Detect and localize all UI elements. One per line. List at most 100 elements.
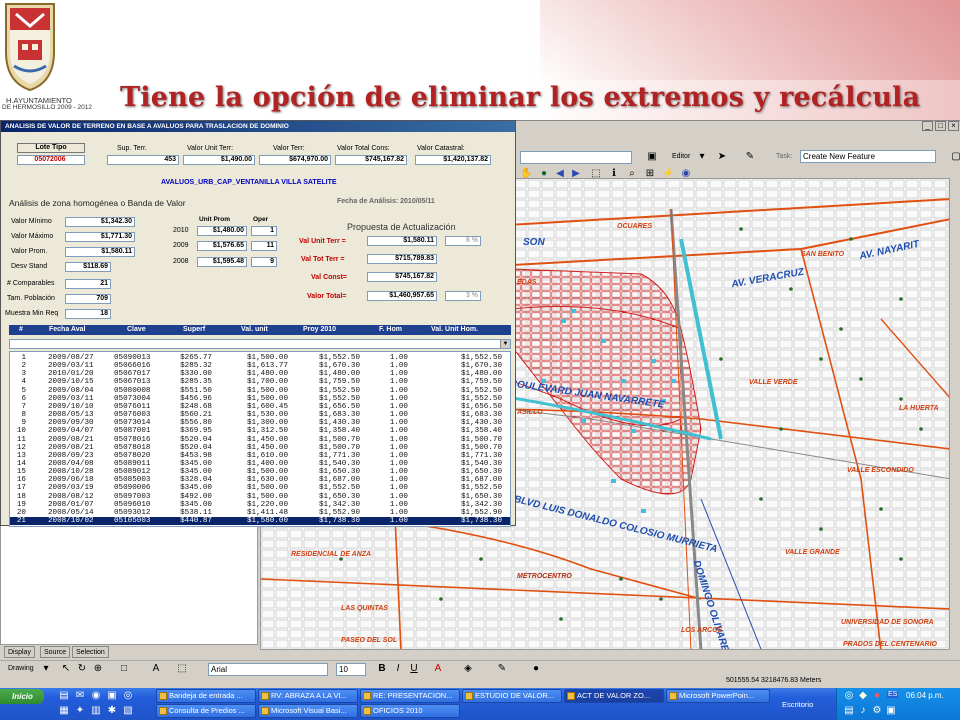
taskbar-button[interactable]: ESTUDIO DE VALOR... bbox=[462, 689, 562, 703]
year-unit-prom[interactable]: $1,480.00 bbox=[197, 226, 247, 236]
valor-catastral-field[interactable]: $1,420,137.82 bbox=[415, 155, 491, 165]
quick-launch-icon[interactable]: ▣ bbox=[106, 690, 118, 702]
year-unit-prom[interactable]: $1,595.48 bbox=[197, 257, 247, 267]
drawing-menu[interactable]: Drawing bbox=[8, 665, 34, 672]
font-size-combo[interactable]: 10 bbox=[336, 663, 366, 676]
propuesta-value[interactable]: $1,580.11 bbox=[367, 236, 437, 246]
zoom-icon[interactable]: ⊕ bbox=[92, 663, 104, 675]
quick-launch-icon[interactable]: ✦ bbox=[74, 705, 86, 717]
taskbar-button[interactable]: Bandeja de entrada ... bbox=[156, 689, 256, 703]
tray-icon[interactable]: ♪ bbox=[857, 705, 869, 717]
table-row[interactable]: 20 2008/05/14 05093012 $538.11 $1,411.48 $1,5… bbox=[10, 509, 510, 517]
taskbar-button[interactable]: Microsoft PowerPoin... bbox=[666, 689, 770, 703]
tray-icon[interactable]: ◆ bbox=[857, 690, 869, 702]
task-combo[interactable]: Create New Feature bbox=[800, 150, 936, 163]
table-row[interactable]: 1 2009/08/27 05090013 $265.77 $1,500.00 $1,55… bbox=[10, 354, 510, 362]
taskbar-button-active[interactable]: ACT DE VALOR ZO... bbox=[564, 689, 664, 703]
propuesta-value[interactable]: $715,789.83 bbox=[367, 254, 437, 264]
valor-terr-field[interactable]: $674,970.00 bbox=[259, 155, 331, 165]
fill-color-icon[interactable]: ◈ bbox=[462, 663, 474, 675]
underline-icon[interactable]: U bbox=[408, 663, 420, 675]
tab-display[interactable]: Display bbox=[4, 646, 35, 658]
desktop-toolbar-label[interactable]: Escritorio bbox=[782, 700, 813, 709]
quick-launch-icon[interactable]: ▧ bbox=[122, 705, 134, 717]
stat-value[interactable]: $118.69 bbox=[65, 262, 111, 272]
table-row[interactable]: 17 2009/03/19 05090006 $345.00 $1,500.00 $1,5… bbox=[10, 484, 510, 492]
bold-icon[interactable]: B bbox=[376, 663, 388, 675]
table-row[interactable]: 6 2009/03/11 05073004 $456.96 $1,500.00 $1,55… bbox=[10, 395, 510, 403]
taskbar-button[interactable]: Consulta de Predios ... bbox=[156, 704, 256, 718]
start-button[interactable]: Inicio bbox=[0, 689, 44, 704]
propuesta-value[interactable]: $745,167.82 bbox=[367, 272, 437, 282]
table-row[interactable]: 12 2009/08/21 05078018 $520.04 $1,450.00 $1,5… bbox=[10, 444, 510, 452]
stat-value[interactable]: $1,580.11 bbox=[65, 247, 135, 257]
quick-launch-icon[interactable]: ▥ bbox=[90, 705, 102, 717]
tray-icon[interactable]: ● bbox=[871, 690, 883, 702]
callout-icon[interactable]: ⬚ bbox=[176, 663, 188, 675]
chevron-down-icon[interactable]: ▼ bbox=[500, 340, 510, 348]
language-indicator[interactable]: ES bbox=[887, 691, 899, 698]
arrow-icon[interactable]: ➤ bbox=[716, 151, 728, 163]
comparables-list[interactable]: 1 2009/08/27 05090013 $265.77 $1,500.00 $1,55… bbox=[9, 351, 511, 527]
propuesta-pct[interactable]: 3 % bbox=[445, 291, 481, 301]
valor-unit-terr-field[interactable]: $1,490.00 bbox=[183, 155, 255, 165]
year-unit-prom[interactable]: $1,576.65 bbox=[197, 241, 247, 251]
propuesta-value[interactable]: $1,460,957.65 bbox=[367, 291, 437, 301]
table-row[interactable]: 9 2009/09/30 05073014 $556.80 $1,300.00 $1,43… bbox=[10, 419, 510, 427]
line-color-icon[interactable]: ✎ bbox=[496, 663, 508, 675]
lote-tipo-button[interactable]: Lote Tipo bbox=[17, 143, 85, 153]
lote-tipo-field[interactable]: 05072006 bbox=[17, 155, 85, 165]
quick-launch-icon[interactable]: ◉ bbox=[90, 690, 102, 702]
tab-source[interactable]: Source bbox=[40, 646, 71, 658]
quick-launch-icon[interactable]: ▤ bbox=[58, 690, 70, 702]
table-row-selected[interactable]: 21 2008/10/02 05105003 $440.87 $1,580.00 $1,7… bbox=[10, 517, 510, 526]
editor-menu[interactable]: Editor bbox=[672, 153, 690, 160]
stat-value[interactable]: 709 bbox=[65, 294, 111, 304]
table-row[interactable]: 18 2008/08/12 05097003 $492.00 $1,500.00 $1,6… bbox=[10, 493, 510, 501]
font-combo[interactable]: Arial bbox=[208, 663, 328, 676]
scale-combo[interactable] bbox=[520, 151, 632, 164]
tray-icon[interactable]: ▣ bbox=[885, 705, 897, 717]
filter-combo[interactable]: ▼ bbox=[9, 339, 511, 349]
chevron-down-icon[interactable]: ▾ bbox=[40, 663, 52, 675]
maximize-button[interactable]: □ bbox=[935, 121, 946, 131]
table-row[interactable]: 3 2010/01/20 05067017 $330.00 $1,480.00 $1,48… bbox=[10, 370, 510, 378]
taskbar-button[interactable]: OFICIOS 2010 bbox=[360, 704, 460, 718]
quick-launch-icon[interactable]: ▦ bbox=[58, 705, 70, 717]
tab-selection[interactable]: Selection bbox=[72, 646, 109, 658]
layer-icon[interactable]: ▣ bbox=[646, 151, 658, 163]
text-icon[interactable]: A bbox=[150, 663, 162, 675]
year-oper[interactable]: 11 bbox=[251, 241, 277, 251]
font-color-icon[interactable]: A bbox=[432, 663, 444, 675]
quick-launch-icon[interactable]: ✱ bbox=[106, 705, 118, 717]
select-arrow-icon[interactable]: ↖ bbox=[60, 663, 72, 675]
quick-launch-icon[interactable]: ◎ bbox=[122, 690, 134, 702]
table-row[interactable]: 19 2008/01/07 05096010 $345.00 $1,220.00 $1,3… bbox=[10, 501, 510, 509]
table-row[interactable]: 16 2009/06/18 05085003 $328.04 $1,630.00 $1,6… bbox=[10, 476, 510, 484]
tray-icon[interactable]: ⚙ bbox=[871, 705, 883, 717]
stat-value[interactable]: 18 bbox=[65, 309, 111, 319]
table-row[interactable]: 15 2008/10/28 05089012 $345.00 $1,500.00 $1,6… bbox=[10, 468, 510, 476]
table-row[interactable]: 14 2008/04/08 05089011 $345.00 $1,400.00 $1,5… bbox=[10, 460, 510, 468]
rectangle-icon[interactable]: □ bbox=[118, 663, 130, 675]
taskbar-button[interactable]: Microsoft Visual Basi... bbox=[258, 704, 358, 718]
chevron-down-icon[interactable]: ▾ bbox=[696, 151, 708, 163]
stat-value[interactable]: $1,342.30 bbox=[65, 217, 135, 227]
pencil-icon[interactable]: ✎ bbox=[744, 151, 756, 163]
valor-total-cons-field[interactable]: $745,167.82 bbox=[335, 155, 407, 165]
stat-value[interactable]: 21 bbox=[65, 279, 111, 289]
sup-terr-field[interactable]: 453 bbox=[107, 155, 179, 165]
sketch-icon[interactable]: ▢ bbox=[950, 151, 960, 163]
table-row[interactable]: 2 2009/03/11 05066016 $285.32 $1,613.77 $1,67… bbox=[10, 362, 510, 370]
table-row[interactable]: 10 2009/04/07 05087001 $369.95 $1,312.50 $1,3… bbox=[10, 427, 510, 435]
year-oper[interactable]: 9 bbox=[251, 257, 277, 267]
table-row[interactable]: 13 2008/09/23 05078020 $453.98 $1,610.00 $1,7… bbox=[10, 452, 510, 460]
table-row[interactable]: 7 2009/10/10 05076011 $248.68 $1,600.45 $1,65… bbox=[10, 403, 510, 411]
table-row[interactable]: 5 2009/08/04 05080008 $551.50 $1,500.00 $1,55… bbox=[10, 387, 510, 395]
close-button[interactable]: × bbox=[948, 121, 959, 131]
table-row[interactable]: 11 2009/08/21 05078016 $520.04 $1,450.00 $1,5… bbox=[10, 436, 510, 444]
taskbar-button[interactable]: RE: PRESENTACION... bbox=[360, 689, 460, 703]
minimize-button[interactable]: _ bbox=[922, 121, 933, 131]
tray-icon[interactable]: ▤ bbox=[843, 705, 855, 717]
year-oper[interactable]: 1 bbox=[251, 226, 277, 236]
